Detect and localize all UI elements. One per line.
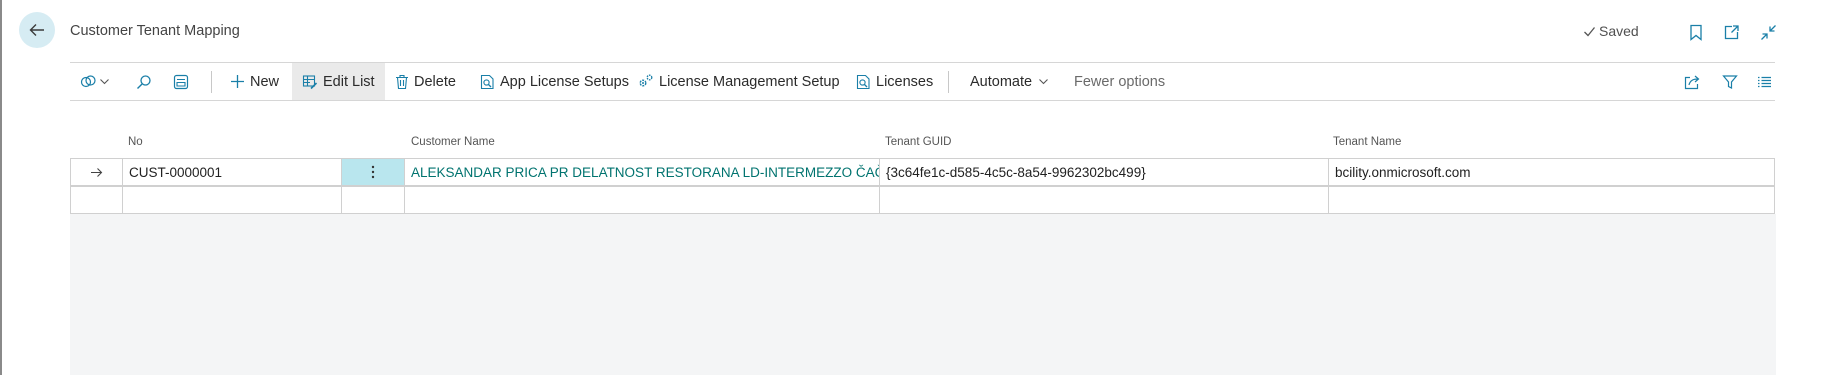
more-vertical-icon (371, 165, 375, 179)
edit-list-icon (302, 74, 318, 89)
filter-button[interactable] (1722, 63, 1738, 100)
chevron-down-icon (1039, 79, 1048, 85)
copilot-icon (80, 75, 96, 88)
chevron-down-icon (100, 79, 109, 85)
search-button[interactable] (136, 63, 152, 100)
row-indicator[interactable] (71, 187, 123, 213)
toolbar-divider (948, 71, 949, 93)
back-arrow-icon (29, 24, 44, 36)
license-management-setup-button[interactable]: License Management Setup (637, 63, 840, 100)
list-icon (1758, 76, 1771, 87)
bookmark-icon (1690, 24, 1702, 41)
collapse-button[interactable] (1757, 21, 1779, 43)
share-icon (1684, 75, 1700, 89)
app-license-setups-label: App License Setups (500, 73, 629, 90)
search-icon (137, 74, 151, 89)
collapse-icon (1760, 24, 1776, 40)
delete-button[interactable]: Delete (395, 63, 456, 100)
open-new-window-icon (1724, 24, 1739, 39)
column-header-no[interactable]: No (128, 136, 143, 148)
automate-menu[interactable]: Automate (970, 63, 1049, 100)
license-management-setup-label: License Management Setup (659, 73, 840, 90)
fewer-options-label: Fewer options (1074, 73, 1166, 90)
cell-tenant-name[interactable] (1329, 187, 1774, 213)
row-indicator[interactable] (71, 159, 123, 185)
view-layout-button[interactable] (173, 63, 189, 100)
column-header-customer-name[interactable]: Customer Name (411, 136, 495, 148)
saved-status: Saved (1583, 23, 1639, 39)
search-document-icon (856, 74, 870, 89)
left-border (0, 0, 2, 375)
delete-label: Delete (414, 73, 456, 90)
filter-icon (1722, 74, 1738, 89)
cell-customer-name[interactable] (405, 187, 880, 213)
column-header-tenant-guid[interactable]: Tenant GUID (885, 136, 951, 148)
trash-icon (396, 74, 408, 89)
bookmark-button[interactable] (1685, 21, 1707, 43)
fewer-options-button[interactable]: Fewer options (1074, 63, 1165, 100)
cell-tenant-name[interactable]: bcility.onmicrosoft.com (1329, 159, 1774, 185)
copilot-button[interactable] (80, 63, 110, 100)
row-actions-cell[interactable] (342, 187, 405, 213)
app-license-setups-button[interactable]: App License Setups (480, 63, 629, 100)
saved-label: Saved (1599, 23, 1639, 39)
share-button[interactable] (1684, 63, 1701, 100)
row-arrow-icon (91, 167, 103, 177)
cell-tenant-guid[interactable] (880, 187, 1329, 213)
open-new-window-button[interactable] (1720, 21, 1742, 43)
empty-list-area (70, 214, 1776, 375)
cell-no[interactable]: CUST-0000001 (123, 159, 342, 185)
licenses-label: Licenses (876, 73, 934, 90)
search-document-icon (480, 74, 494, 89)
cell-customer-name[interactable]: ALEKSANDAR PRICA PR DELATNOST RESTORANA … (405, 159, 880, 185)
checkmark-icon (1584, 26, 1596, 36)
column-header-tenant-name[interactable]: Tenant Name (1333, 136, 1401, 148)
new-label: New (250, 73, 280, 90)
cell-no[interactable] (123, 187, 342, 213)
view-layout-icon (173, 74, 189, 89)
back-button[interactable] (19, 12, 55, 48)
edit-list-label: Edit List (323, 73, 375, 90)
licenses-button[interactable]: Licenses (856, 63, 933, 100)
table-row[interactable] (70, 186, 1775, 214)
list-view-button[interactable] (1757, 63, 1772, 100)
action-bar: New Edit List Delete App License Setups … (70, 62, 1775, 101)
cell-tenant-guid[interactable]: {3c64fe1c-d585-4c5c-8a54-9962302bc499} (880, 159, 1329, 185)
gear-icon (639, 74, 653, 87)
toolbar-divider (211, 71, 212, 93)
new-button[interactable]: New (230, 63, 279, 100)
table-row[interactable]: CUST-0000001 ALEKSANDAR PRICA PR DELATNO… (70, 158, 1775, 186)
plus-icon (231, 75, 244, 88)
automate-label: Automate (970, 73, 1033, 90)
row-actions-button[interactable] (342, 159, 405, 185)
edit-list-button[interactable]: Edit List (292, 63, 385, 100)
page-title: Customer Tenant Mapping (70, 23, 240, 39)
